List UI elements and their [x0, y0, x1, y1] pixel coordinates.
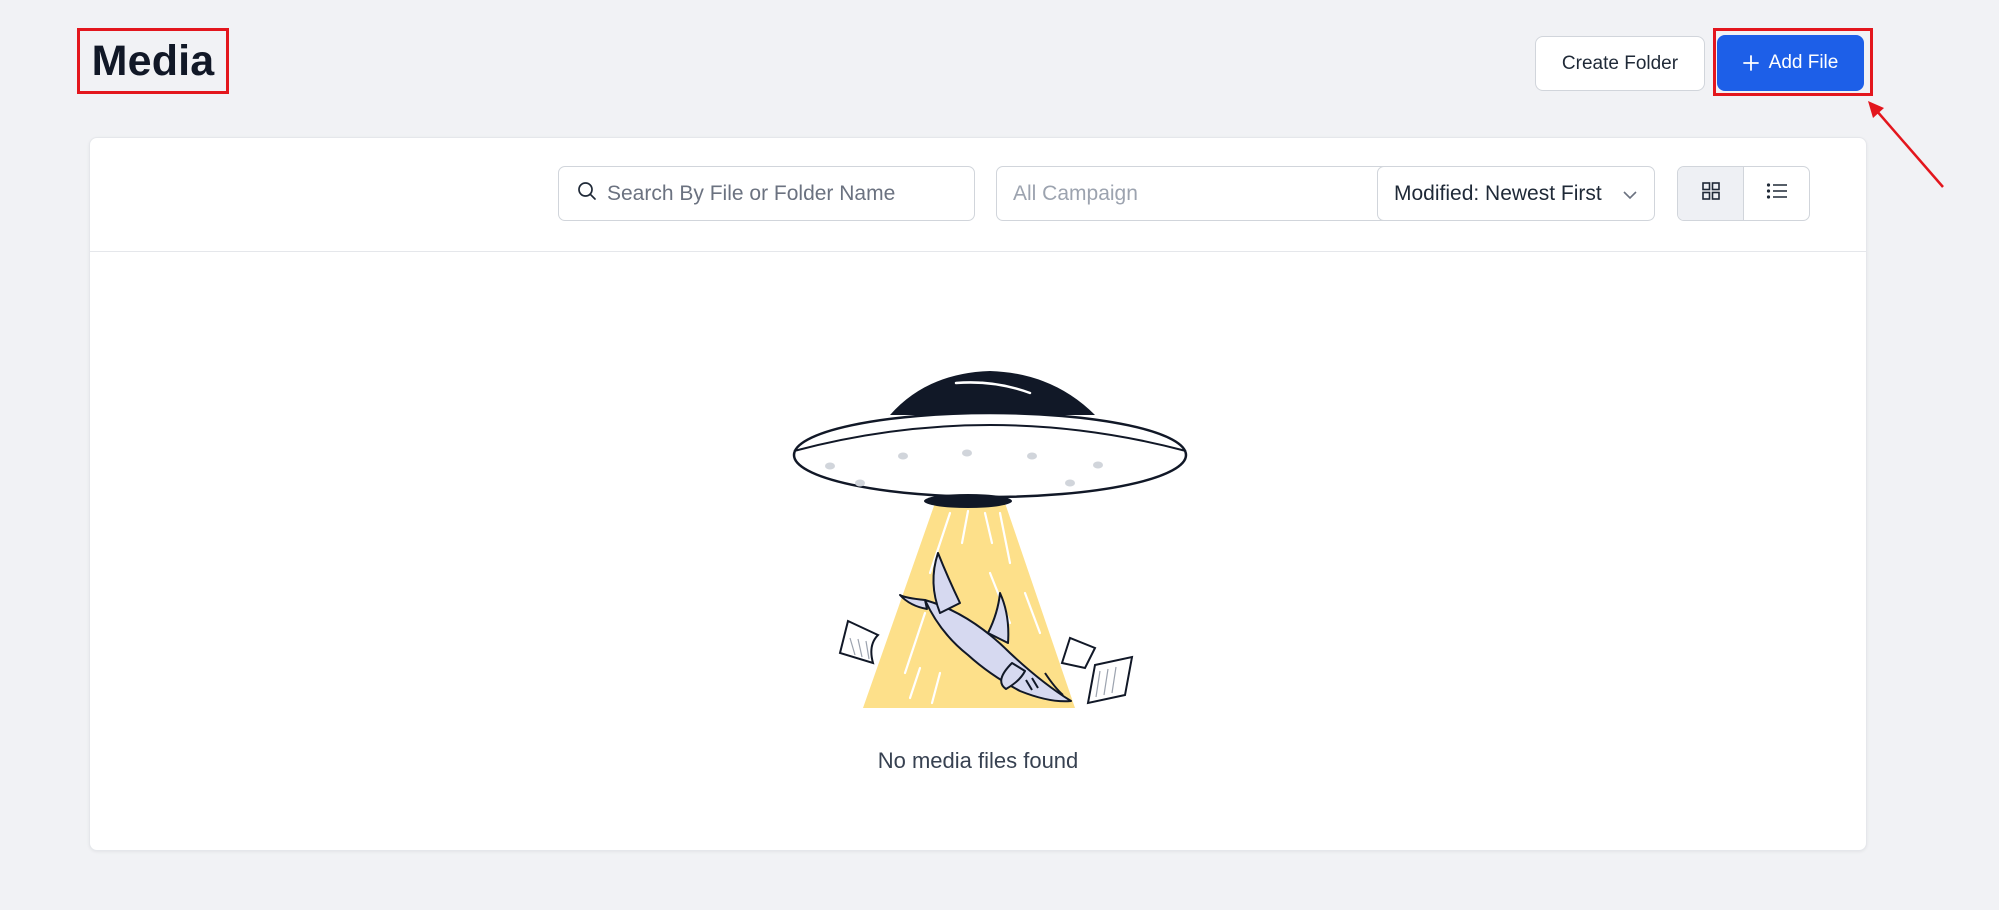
sort-select-value: Modified: Newest First: [1394, 181, 1602, 205]
search-box[interactable]: [558, 166, 975, 221]
sort-select[interactable]: Modified: Newest First: [1377, 166, 1655, 221]
search-input[interactable]: [607, 181, 947, 206]
chevron-down-icon: [1622, 182, 1638, 206]
page-title: Media: [91, 36, 215, 85]
plus-icon: [1742, 55, 1759, 71]
campaign-select-value: All Campaign: [1013, 181, 1138, 205]
add-file-label: Add File: [1768, 52, 1839, 73]
view-toggle: [1677, 166, 1810, 221]
create-folder-button[interactable]: Create Folder: [1535, 36, 1705, 91]
media-card: All Campaign Modified: Newest First: [89, 137, 1867, 851]
grid-view-button[interactable]: [1678, 167, 1744, 220]
empty-state-message: No media files found: [877, 748, 1079, 773]
grid-view-icon: [1701, 181, 1721, 206]
list-view-button[interactable]: [1744, 167, 1809, 220]
page-title-highlight: Media: [77, 28, 229, 94]
ufo-shark-illustration: [792, 371, 1188, 708]
add-file-button[interactable]: Add File: [1717, 35, 1864, 91]
media-page: Media Create Folder Add File Search By F…: [0, 0, 1999, 910]
media-toolbar: All Campaign Modified: Newest First: [90, 138, 1866, 252]
annotation-arrow: [1868, 101, 1944, 188]
search-icon: [577, 181, 597, 206]
list-view-icon: [1766, 182, 1788, 205]
